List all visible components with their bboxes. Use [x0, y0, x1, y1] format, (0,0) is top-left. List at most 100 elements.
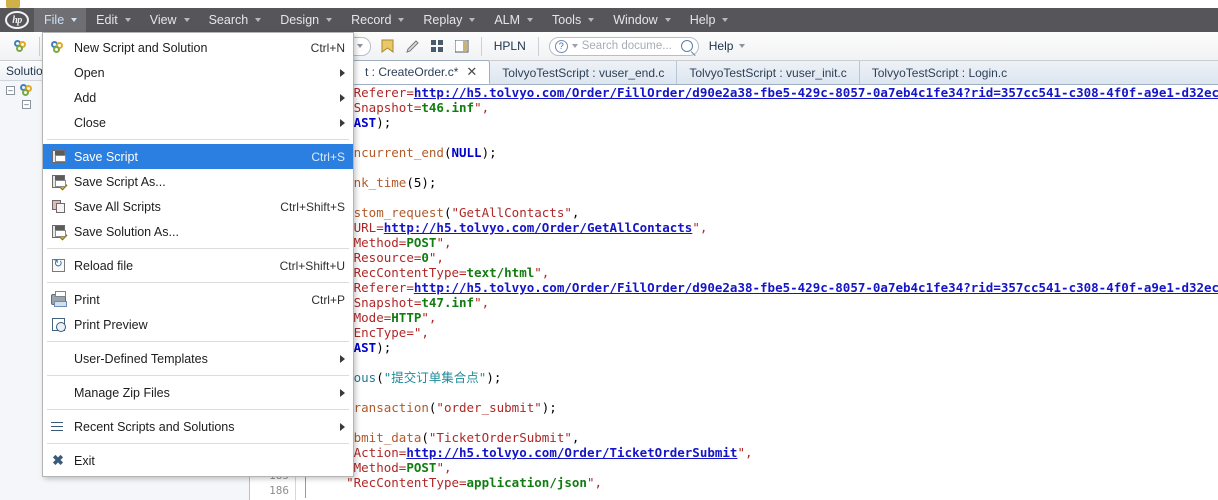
code-token: text/html [466, 265, 535, 280]
code-token: ", [428, 250, 444, 265]
menu-item-manage-zip-files[interactable]: Manage Zip Files [43, 380, 353, 405]
collapse-icon[interactable]: – [6, 86, 15, 95]
code-line: eb_custom_request("GetAllContacts", [316, 205, 1218, 220]
help-button[interactable]: Help [703, 39, 752, 53]
menu-item-add[interactable]: Add [43, 85, 353, 110]
code-token: http://h5.tolvyo.com/Order/GetAllContact… [383, 220, 693, 235]
reload-icon [50, 257, 66, 274]
code-token: "Snapshot= [346, 100, 422, 115]
code-token: "RecContentType= [346, 475, 467, 490]
menu-item-label: Open [74, 65, 105, 80]
menu-separator [47, 248, 349, 249]
print-preview-icon [50, 317, 66, 333]
code-token: ", [692, 220, 708, 235]
code-line: "Method=POST", [316, 235, 1218, 250]
hpln-button[interactable]: HPLN [488, 39, 532, 53]
collapse-icon[interactable]: – [22, 100, 31, 109]
code-line: "Referer=http://h5.tolvyo.com/Order/Fill… [316, 85, 1218, 100]
tab-login[interactable]: TolvyoTestScript : Login.c [860, 61, 1019, 84]
code-line: eb_submit_data("TicketOrderSubmit", [316, 430, 1218, 445]
chevron-down-icon[interactable] [571, 44, 578, 48]
code-line: art_transaction("order_submit"); [316, 400, 1218, 415]
code-editor[interactable]: 184 185 186 "Referer=http://h5.tolvyo.co… [250, 85, 1218, 500]
menu-tools[interactable]: Tools [542, 8, 603, 32]
save-solution-icon [50, 224, 67, 241]
solution-icon [20, 84, 33, 97]
menu-item-reload-file[interactable]: Reload file Ctrl+Shift+U [43, 253, 353, 278]
submenu-arrow-icon [340, 68, 345, 77]
highlighter-icon[interactable] [402, 36, 423, 57]
code-token: "Referer= [346, 85, 414, 100]
code-line: "Action=http://h5.tolvyo.com/Order/Ticke… [316, 445, 1218, 460]
file-menu-dropdown[interactable]: New Script and Solution Ctrl+N Open Add Clos… [42, 32, 354, 477]
menu-item-recent-scripts-and-solutions[interactable]: Recent Scripts and Solutions [43, 414, 353, 439]
code-token: NULL [451, 145, 482, 160]
menu-item-save-solution-as[interactable]: Save Solution As... [43, 219, 353, 244]
solution-explorer-icon[interactable] [10, 36, 31, 57]
menu-search[interactable]: Search [199, 8, 271, 32]
menu-view[interactable]: View [140, 8, 199, 32]
menu-file[interactable]: File [34, 8, 87, 32]
code-token: ", [534, 265, 550, 280]
code-token: "order_submit" [436, 400, 542, 415]
menu-alm[interactable]: ALM [484, 8, 542, 32]
search-icon[interactable] [680, 40, 693, 52]
save-all-icon [50, 199, 66, 215]
menu-alm-label: ALM [494, 13, 521, 27]
menu-help[interactable]: Help [680, 8, 738, 32]
panel-icon[interactable] [452, 36, 473, 57]
code-line: "Snapshot=t47.inf", [316, 295, 1218, 310]
menu-item-print-preview[interactable]: Print Preview [43, 312, 353, 337]
code-token: "EncType= [346, 325, 414, 340]
code-line: "Snapshot=t46.inf", [316, 100, 1218, 115]
menu-item-label: Manage Zip Files [74, 385, 170, 400]
search-box[interactable]: ? Search docume... [548, 36, 699, 56]
menu-item-user-defined-templates[interactable]: User-Defined Templates [43, 346, 353, 371]
code-text[interactable]: "Referer=http://h5.tolvyo.com/Order/Fill… [316, 85, 1218, 500]
menu-edit[interactable]: Edit [86, 8, 140, 32]
tab-vuser-end[interactable]: TolvyoTestScript : vuser_end.c [490, 61, 678, 84]
menu-item-save-script[interactable]: Save Script Ctrl+S [43, 144, 353, 169]
code-token: http://h5.tolvyo.com/Order/FillOrder/d90… [413, 85, 1218, 100]
menu-item-open[interactable]: Open [43, 60, 353, 85]
bookmark-icon[interactable] [377, 36, 398, 57]
menu-record[interactable]: Record [341, 8, 413, 32]
chevron-down-icon [664, 18, 671, 22]
menu-item-exit[interactable]: ✖ Exit [43, 448, 353, 473]
tab-vuser-init[interactable]: TolvyoTestScript : vuser_init.c [677, 61, 860, 84]
menu-window[interactable]: Window [603, 8, 679, 32]
code-token: t47.inf [421, 295, 475, 310]
tab-createorder[interactable]: t : CreateOrder.c* ✕ [352, 60, 491, 84]
menu-item-close[interactable]: Close [43, 110, 353, 135]
code-token: ); [376, 340, 392, 355]
menu-item-save-script-as[interactable]: Save Script As... [43, 169, 353, 194]
menu-item-label: Recent Scripts and Solutions [74, 419, 235, 434]
code-token: ", [413, 325, 429, 340]
search-input-placeholder[interactable]: Search docume... [582, 40, 681, 52]
menu-replay[interactable]: Replay [413, 8, 484, 32]
code-token: HTTP [391, 310, 422, 325]
menu-design[interactable]: Design [270, 8, 341, 32]
code-token: ", [474, 295, 490, 310]
menu-item-print[interactable]: Print Ctrl+P [43, 287, 353, 312]
menu-bar: hp File Edit View Search Design Record R… [0, 8, 1218, 32]
code-line: ndezvous("提交订单集合点"); [316, 370, 1218, 385]
grid-icon[interactable] [427, 36, 448, 57]
code-token: POST [406, 460, 437, 475]
chevron-down-icon [255, 18, 262, 22]
submenu-arrow-icon [340, 388, 345, 397]
hp-logo-icon[interactable]: hp [0, 8, 34, 32]
chevron-down-icon [739, 44, 746, 48]
close-icon[interactable]: ✕ [466, 64, 477, 80]
code-line: eb_concurrent_end(NULL); [316, 145, 1218, 160]
menu-item-label: Reload file [74, 258, 134, 273]
question-icon[interactable]: ? [554, 39, 568, 53]
menu-item-new-script-and-solution[interactable]: New Script and Solution Ctrl+N [43, 35, 353, 60]
menu-item-save-all-scripts[interactable]: Save All Scripts Ctrl+Shift+S [43, 194, 353, 219]
code-token: (5); [406, 175, 437, 190]
submenu-arrow-icon [340, 354, 345, 363]
